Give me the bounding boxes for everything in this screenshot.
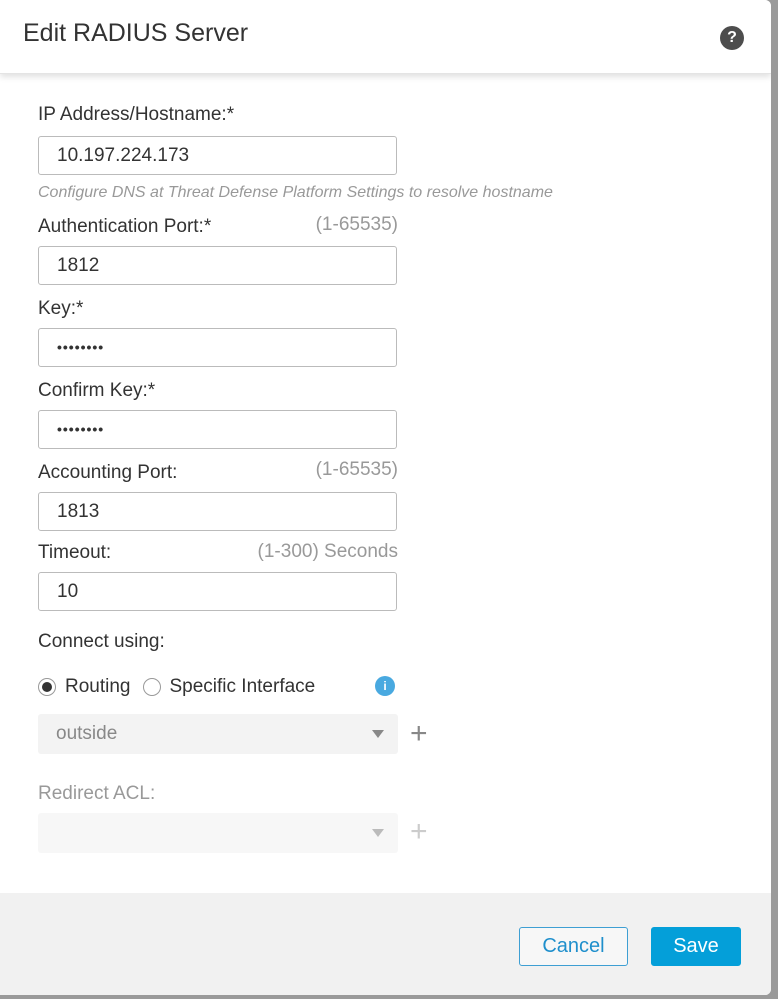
add-interface-plus-icon[interactable]: +	[410, 719, 428, 749]
dns-note: Configure DNS at Threat Defense Platform…	[38, 184, 553, 201]
auth-port-range-hint: (1-65535)	[315, 214, 398, 235]
key-input[interactable]: ••••••••	[38, 328, 397, 367]
redirect-acl-select	[38, 813, 398, 853]
chevron-down-icon	[372, 730, 384, 738]
interface-select-value: outside	[56, 723, 118, 744]
accounting-port-range-hint: (1-65535)	[315, 459, 398, 480]
confirm-key-input[interactable]: ••••••••	[38, 410, 397, 449]
info-icon[interactable]: i	[375, 676, 395, 696]
timeout-label: Timeout:	[38, 542, 112, 563]
specific-interface-radio-label[interactable]: Specific Interface	[170, 676, 316, 698]
timeout-range-hint: (1-300) Seconds	[257, 541, 398, 562]
connect-using-radio-group: Routing Specific Interface	[38, 675, 315, 699]
accounting-port-label: Accounting Port:	[38, 462, 178, 483]
dialog-title: Edit RADIUS Server	[23, 19, 249, 47]
auth-port-input[interactable]: 1812	[38, 246, 397, 285]
specific-interface-radio[interactable]	[142, 678, 161, 696]
connect-using-label: Connect using:	[38, 631, 165, 652]
key-label: Key:*	[38, 298, 84, 319]
interface-select[interactable]: outside	[38, 714, 398, 754]
routing-radio-label[interactable]: Routing	[65, 676, 131, 698]
dialog-header: Edit RADIUS Server ?	[0, 0, 771, 74]
redirect-acl-label: Redirect ACL:	[38, 783, 156, 804]
add-acl-plus-icon: +	[410, 815, 428, 848]
ip-address-label: IP Address/Hostname:*	[38, 104, 235, 125]
confirm-key-label: Confirm Key:*	[38, 380, 156, 401]
cancel-button[interactable]: Cancel	[519, 927, 628, 966]
timeout-input[interactable]: 10	[38, 572, 397, 611]
chevron-down-icon	[372, 829, 384, 837]
dialog-body: IP Address/Hostname:* 10.197.224.173 Con…	[0, 74, 771, 893]
radio-selected-dot	[42, 682, 52, 692]
routing-radio[interactable]	[38, 678, 56, 696]
edit-radius-server-dialog: Edit RADIUS Server ? IP Address/Hostname…	[0, 0, 771, 995]
accounting-port-input[interactable]: 1813	[38, 492, 397, 531]
ip-address-input[interactable]: 10.197.224.173	[38, 136, 397, 175]
save-button[interactable]: Save	[651, 927, 741, 966]
dialog-footer: Cancel Save	[0, 893, 771, 995]
auth-port-label: Authentication Port:*	[38, 216, 212, 237]
help-icon[interactable]: ?	[720, 26, 744, 50]
